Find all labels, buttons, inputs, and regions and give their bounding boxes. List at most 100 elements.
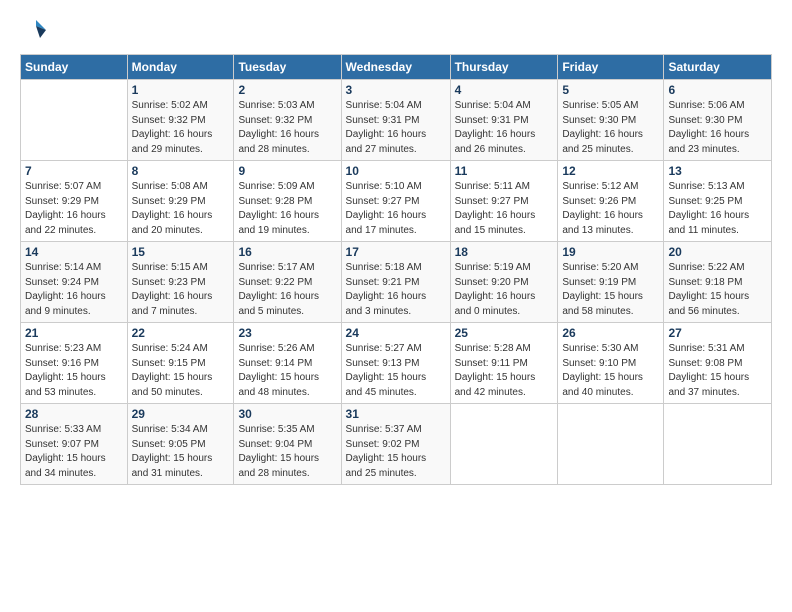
day-number: 1 (132, 83, 230, 97)
calendar-page: SundayMondayTuesdayWednesdayThursdayFrid… (0, 0, 792, 497)
day-number: 16 (238, 245, 336, 259)
day-cell: 30 Sunrise: 5:35 AMSunset: 9:04 PMDaylig… (234, 404, 341, 485)
logo (20, 16, 50, 44)
day-info: Sunrise: 5:23 AMSunset: 9:16 PMDaylight:… (25, 343, 106, 398)
day-number: 26 (562, 326, 659, 340)
calendar-table: SundayMondayTuesdayWednesdayThursdayFrid… (20, 54, 772, 485)
day-cell: 29 Sunrise: 5:34 AMSunset: 9:05 PMDaylig… (127, 404, 234, 485)
day-info: Sunrise: 5:35 AMSunset: 9:04 PMDaylight:… (238, 424, 319, 479)
day-number: 29 (132, 407, 230, 421)
day-info: Sunrise: 5:10 AMSunset: 9:27 PMDaylight:… (346, 181, 427, 236)
day-cell: 31 Sunrise: 5:37 AMSunset: 9:02 PMDaylig… (341, 404, 450, 485)
day-number: 30 (238, 407, 336, 421)
day-cell (450, 404, 558, 485)
day-info: Sunrise: 5:28 AMSunset: 9:11 PMDaylight:… (455, 343, 536, 398)
day-number: 21 (25, 326, 123, 340)
col-header-wednesday: Wednesday (341, 55, 450, 80)
day-number: 9 (238, 164, 336, 178)
day-info: Sunrise: 5:22 AMSunset: 9:18 PMDaylight:… (668, 262, 749, 317)
day-cell: 27 Sunrise: 5:31 AMSunset: 9:08 PMDaylig… (664, 323, 772, 404)
header (20, 16, 772, 44)
day-info: Sunrise: 5:17 AMSunset: 9:22 PMDaylight:… (238, 262, 319, 317)
day-info: Sunrise: 5:12 AMSunset: 9:26 PMDaylight:… (562, 181, 643, 236)
day-info: Sunrise: 5:05 AMSunset: 9:30 PMDaylight:… (562, 100, 643, 155)
day-info: Sunrise: 5:04 AMSunset: 9:31 PMDaylight:… (346, 100, 427, 155)
day-cell: 25 Sunrise: 5:28 AMSunset: 9:11 PMDaylig… (450, 323, 558, 404)
day-cell (664, 404, 772, 485)
day-number: 6 (668, 83, 767, 97)
day-number: 28 (25, 407, 123, 421)
day-cell (558, 404, 664, 485)
day-cell: 15 Sunrise: 5:15 AMSunset: 9:23 PMDaylig… (127, 242, 234, 323)
day-cell: 28 Sunrise: 5:33 AMSunset: 9:07 PMDaylig… (21, 404, 128, 485)
day-cell (21, 80, 128, 161)
day-info: Sunrise: 5:19 AMSunset: 9:20 PMDaylight:… (455, 262, 536, 317)
day-cell: 21 Sunrise: 5:23 AMSunset: 9:16 PMDaylig… (21, 323, 128, 404)
day-info: Sunrise: 5:18 AMSunset: 9:21 PMDaylight:… (346, 262, 427, 317)
logo-icon (22, 16, 50, 44)
col-header-thursday: Thursday (450, 55, 558, 80)
day-info: Sunrise: 5:15 AMSunset: 9:23 PMDaylight:… (132, 262, 213, 317)
day-info: Sunrise: 5:33 AMSunset: 9:07 PMDaylight:… (25, 424, 106, 479)
day-info: Sunrise: 5:09 AMSunset: 9:28 PMDaylight:… (238, 181, 319, 236)
day-info: Sunrise: 5:27 AMSunset: 9:13 PMDaylight:… (346, 343, 427, 398)
day-number: 7 (25, 164, 123, 178)
day-number: 13 (668, 164, 767, 178)
day-cell: 4 Sunrise: 5:04 AMSunset: 9:31 PMDayligh… (450, 80, 558, 161)
col-header-sunday: Sunday (21, 55, 128, 80)
day-info: Sunrise: 5:34 AMSunset: 9:05 PMDaylight:… (132, 424, 213, 479)
day-cell: 14 Sunrise: 5:14 AMSunset: 9:24 PMDaylig… (21, 242, 128, 323)
day-cell: 10 Sunrise: 5:10 AMSunset: 9:27 PMDaylig… (341, 161, 450, 242)
day-number: 12 (562, 164, 659, 178)
col-header-saturday: Saturday (664, 55, 772, 80)
week-row-2: 7 Sunrise: 5:07 AMSunset: 9:29 PMDayligh… (21, 161, 772, 242)
day-cell: 1 Sunrise: 5:02 AMSunset: 9:32 PMDayligh… (127, 80, 234, 161)
day-info: Sunrise: 5:24 AMSunset: 9:15 PMDaylight:… (132, 343, 213, 398)
day-cell: 24 Sunrise: 5:27 AMSunset: 9:13 PMDaylig… (341, 323, 450, 404)
week-row-1: 1 Sunrise: 5:02 AMSunset: 9:32 PMDayligh… (21, 80, 772, 161)
day-cell: 3 Sunrise: 5:04 AMSunset: 9:31 PMDayligh… (341, 80, 450, 161)
day-cell: 16 Sunrise: 5:17 AMSunset: 9:22 PMDaylig… (234, 242, 341, 323)
day-cell: 13 Sunrise: 5:13 AMSunset: 9:25 PMDaylig… (664, 161, 772, 242)
header-row: SundayMondayTuesdayWednesdayThursdayFrid… (21, 55, 772, 80)
day-number: 19 (562, 245, 659, 259)
day-info: Sunrise: 5:04 AMSunset: 9:31 PMDaylight:… (455, 100, 536, 155)
day-cell: 11 Sunrise: 5:11 AMSunset: 9:27 PMDaylig… (450, 161, 558, 242)
day-number: 23 (238, 326, 336, 340)
week-row-5: 28 Sunrise: 5:33 AMSunset: 9:07 PMDaylig… (21, 404, 772, 485)
day-number: 11 (455, 164, 554, 178)
day-info: Sunrise: 5:07 AMSunset: 9:29 PMDaylight:… (25, 181, 106, 236)
day-info: Sunrise: 5:37 AMSunset: 9:02 PMDaylight:… (346, 424, 427, 479)
day-cell: 20 Sunrise: 5:22 AMSunset: 9:18 PMDaylig… (664, 242, 772, 323)
day-info: Sunrise: 5:31 AMSunset: 9:08 PMDaylight:… (668, 343, 749, 398)
day-number: 17 (346, 245, 446, 259)
day-number: 15 (132, 245, 230, 259)
col-header-friday: Friday (558, 55, 664, 80)
week-row-3: 14 Sunrise: 5:14 AMSunset: 9:24 PMDaylig… (21, 242, 772, 323)
day-cell: 22 Sunrise: 5:24 AMSunset: 9:15 PMDaylig… (127, 323, 234, 404)
day-cell: 7 Sunrise: 5:07 AMSunset: 9:29 PMDayligh… (21, 161, 128, 242)
day-number: 2 (238, 83, 336, 97)
day-cell: 5 Sunrise: 5:05 AMSunset: 9:30 PMDayligh… (558, 80, 664, 161)
day-cell: 2 Sunrise: 5:03 AMSunset: 9:32 PMDayligh… (234, 80, 341, 161)
day-info: Sunrise: 5:03 AMSunset: 9:32 PMDaylight:… (238, 100, 319, 155)
day-cell: 19 Sunrise: 5:20 AMSunset: 9:19 PMDaylig… (558, 242, 664, 323)
day-info: Sunrise: 5:02 AMSunset: 9:32 PMDaylight:… (132, 100, 213, 155)
day-number: 14 (25, 245, 123, 259)
day-cell: 17 Sunrise: 5:18 AMSunset: 9:21 PMDaylig… (341, 242, 450, 323)
day-info: Sunrise: 5:14 AMSunset: 9:24 PMDaylight:… (25, 262, 106, 317)
day-number: 3 (346, 83, 446, 97)
day-cell: 6 Sunrise: 5:06 AMSunset: 9:30 PMDayligh… (664, 80, 772, 161)
day-info: Sunrise: 5:11 AMSunset: 9:27 PMDaylight:… (455, 181, 536, 236)
day-number: 25 (455, 326, 554, 340)
day-number: 4 (455, 83, 554, 97)
day-number: 8 (132, 164, 230, 178)
day-info: Sunrise: 5:30 AMSunset: 9:10 PMDaylight:… (562, 343, 643, 398)
day-cell: 26 Sunrise: 5:30 AMSunset: 9:10 PMDaylig… (558, 323, 664, 404)
day-number: 24 (346, 326, 446, 340)
day-info: Sunrise: 5:08 AMSunset: 9:29 PMDaylight:… (132, 181, 213, 236)
day-number: 18 (455, 245, 554, 259)
day-info: Sunrise: 5:06 AMSunset: 9:30 PMDaylight:… (668, 100, 749, 155)
day-cell: 12 Sunrise: 5:12 AMSunset: 9:26 PMDaylig… (558, 161, 664, 242)
col-header-tuesday: Tuesday (234, 55, 341, 80)
